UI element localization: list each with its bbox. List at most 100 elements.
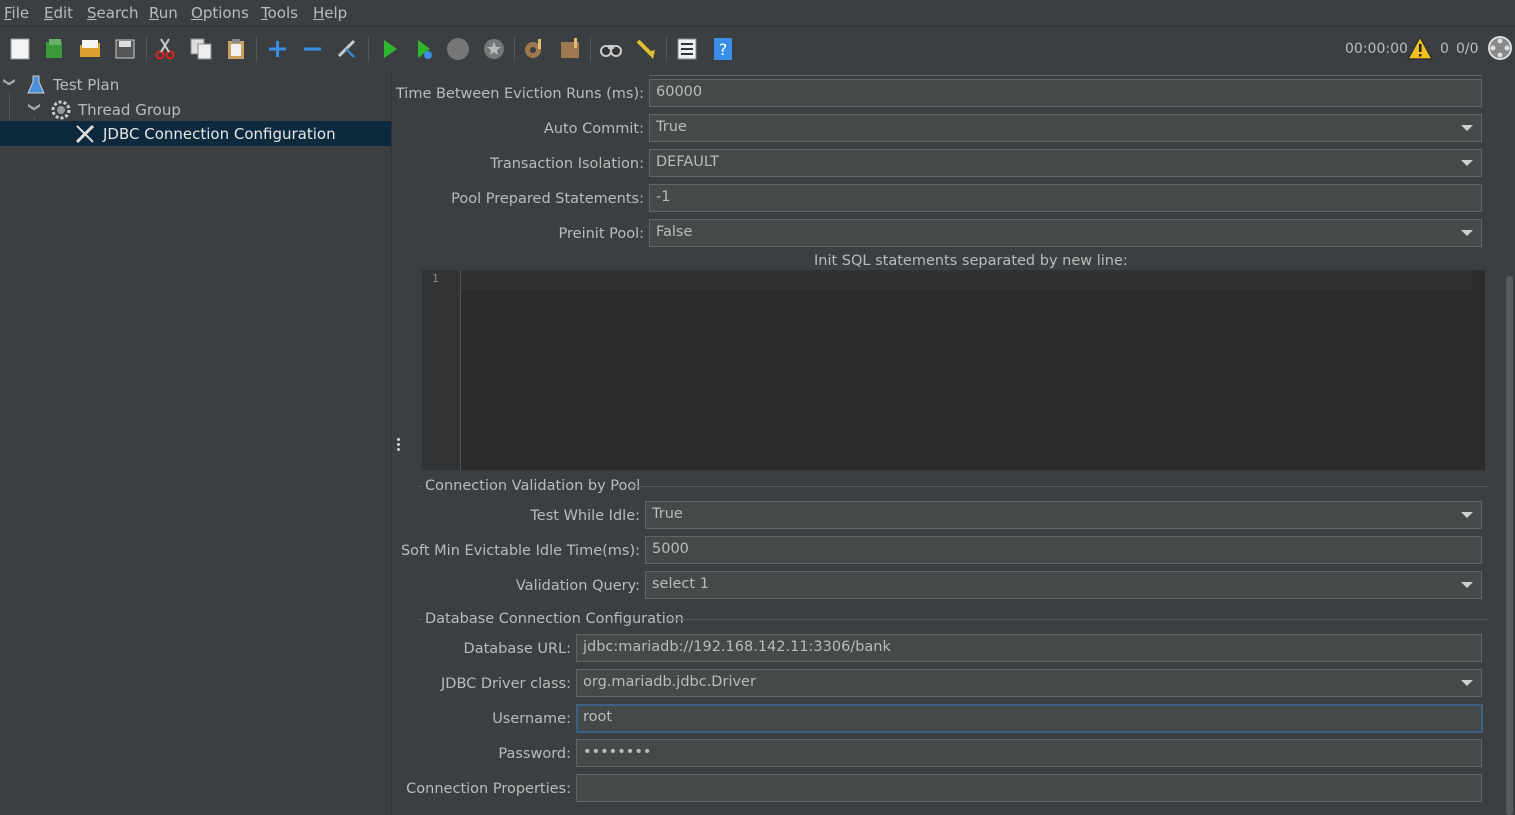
jdbc-driver-value: org.mariadb.jdbc.Driver <box>583 674 756 690</box>
transaction-isolation-label: Transaction Isolation: <box>490 156 644 172</box>
stop-icon[interactable] <box>444 35 472 63</box>
password-label: Password: <box>498 746 571 762</box>
scrollbar-thumb[interactable] <box>1506 276 1513 815</box>
menu-search[interactable]: Search <box>87 4 139 22</box>
menu-file[interactable]: File <box>4 4 29 22</box>
validation-query-value: select 1 <box>652 576 709 592</box>
validation-query-label: Validation Query: <box>515 578 640 594</box>
menu-run[interactable]: Run <box>149 4 178 22</box>
shutdown-icon[interactable] <box>480 35 508 63</box>
password-field[interactable]: •••••••• <box>576 739 1482 767</box>
section-divider <box>418 486 422 487</box>
chevron-down-icon[interactable]: ❯ <box>28 102 42 116</box>
tree-item-thread-group[interactable]: ❯ Thread Group <box>0 97 391 122</box>
init-sql-label: Init SQL statements separated by new lin… <box>814 253 1128 269</box>
soft-min-idle-label: Soft Min Evictable Idle Time(ms): <box>400 543 640 559</box>
menu-options[interactable]: Options <box>191 4 249 22</box>
jdbc-driver-select[interactable]: org.mariadb.jdbc.Driver <box>576 669 1482 697</box>
elapsed-timer: 00:00:00 <box>1345 41 1408 57</box>
transaction-isolation-select[interactable]: DEFAULT <box>649 149 1482 177</box>
chevron-down-icon <box>1461 512 1473 518</box>
test-plan-tree: ❯ Test Plan ❯ Thread Group JDBC Connecti… <box>0 71 391 815</box>
cut-icon[interactable] <box>151 35 179 63</box>
database-section-title: Database Connection Configuration <box>425 611 684 627</box>
help-icon[interactable]: ? <box>709 35 737 63</box>
chevron-down-icon <box>1461 680 1473 686</box>
jdbc-driver-label: JDBC Driver class: <box>441 676 571 692</box>
username-field[interactable]: root <box>576 704 1483 733</box>
soft-min-idle-field[interactable]: 5000 <box>645 536 1482 564</box>
field-bottom-edge <box>649 71 1482 76</box>
reset-search-icon[interactable] <box>632 35 660 63</box>
search-icon[interactable] <box>597 35 625 63</box>
pane-splitter[interactable] <box>391 71 405 815</box>
open-icon[interactable] <box>76 35 104 63</box>
connection-properties-field[interactable] <box>576 774 1482 802</box>
warning-icon[interactable] <box>1406 34 1434 62</box>
toolbar-separator <box>514 36 515 62</box>
wrench-screwdriver-icon <box>74 123 96 145</box>
init-sql-editor[interactable]: 1 <box>422 270 1485 470</box>
test-plan-icon <box>25 74 47 96</box>
preinit-pool-value: False <box>656 224 693 240</box>
eviction-runs-field[interactable]: 60000 <box>649 79 1482 107</box>
templates-icon[interactable] <box>40 35 68 63</box>
toolbar-separator <box>666 36 667 62</box>
connection-properties-label: Connection Properties: <box>406 781 571 797</box>
splitter-grip-dot <box>397 443 400 446</box>
preinit-pool-select[interactable]: False <box>649 219 1482 247</box>
chevron-down-icon <box>1461 230 1473 236</box>
jdbc-config-panel: Time Between Eviction Runs (ms): 60000 A… <box>396 71 1504 815</box>
svg-text:?: ? <box>719 40 728 59</box>
test-while-idle-label: Test While Idle: <box>530 508 640 524</box>
remote-status-icon <box>1486 34 1514 62</box>
new-icon[interactable] <box>6 35 34 63</box>
toolbar-separator <box>368 36 369 62</box>
clear-all-icon[interactable] <box>556 35 584 63</box>
clear-icon[interactable] <box>520 35 548 63</box>
menu-edit[interactable]: Edit <box>44 4 73 22</box>
splitter-grip-dot <box>397 438 400 441</box>
test-while-idle-select[interactable]: True <box>645 501 1482 529</box>
start-icon[interactable] <box>375 35 403 63</box>
chevron-down-icon <box>1461 125 1473 131</box>
menu-tools[interactable]: Tools <box>261 4 298 22</box>
menu-help[interactable]: Help <box>313 4 347 22</box>
save-icon[interactable] <box>111 35 139 63</box>
toggle-icon[interactable] <box>333 35 361 63</box>
toolbar: ? 00:00:00 0 0/0 <box>0 27 1515 71</box>
validation-section-title: Connection Validation by Pool <box>425 478 641 494</box>
validation-query-select[interactable]: select 1 <box>645 571 1482 599</box>
toolbar-separator <box>146 36 147 62</box>
pool-prepared-statements-label: Pool Prepared Statements: <box>451 191 644 207</box>
test-while-idle-value: True <box>652 506 683 522</box>
copy-icon[interactable] <box>187 35 215 63</box>
paste-icon[interactable] <box>222 35 250 63</box>
expand-icon[interactable] <box>263 35 291 63</box>
start-no-pauses-icon[interactable] <box>410 35 438 63</box>
collapse-icon[interactable] <box>298 35 326 63</box>
thread-count: 0/0 <box>1456 41 1479 57</box>
tree-item-jdbc-connection-configuration[interactable]: JDBC Connection Configuration <box>0 121 391 146</box>
auto-commit-value: True <box>656 119 687 135</box>
menu-bar: File Edit Search Run Options Tools Help <box>0 0 1515 27</box>
auto-commit-label: Auto Commit: <box>543 121 644 137</box>
splitter-grip-dot <box>397 448 400 451</box>
section-divider <box>418 619 422 620</box>
tree-item-test-plan[interactable]: ❯ Test Plan <box>0 72 391 97</box>
chevron-down-icon[interactable]: ❯ <box>3 77 17 91</box>
database-url-field[interactable]: jdbc:mariadb://192.168.142.11:3306/bank <box>576 634 1482 662</box>
warning-count: 0 <box>1440 41 1449 57</box>
section-divider <box>666 619 1488 620</box>
vertical-scrollbar[interactable] <box>1504 71 1515 815</box>
toolbar-separator <box>590 36 591 62</box>
auto-commit-select[interactable]: True <box>649 114 1482 142</box>
function-helper-icon[interactable] <box>673 35 701 63</box>
chevron-down-icon <box>1461 582 1473 588</box>
pool-prepared-statements-field[interactable]: -1 <box>649 184 1482 212</box>
eviction-runs-label: Time Between Eviction Runs (ms): <box>395 86 644 102</box>
current-line-highlight <box>461 270 1472 290</box>
line-number-gutter: 1 <box>422 270 461 470</box>
database-url-label: Database URL: <box>463 641 571 657</box>
section-divider <box>629 486 1488 487</box>
